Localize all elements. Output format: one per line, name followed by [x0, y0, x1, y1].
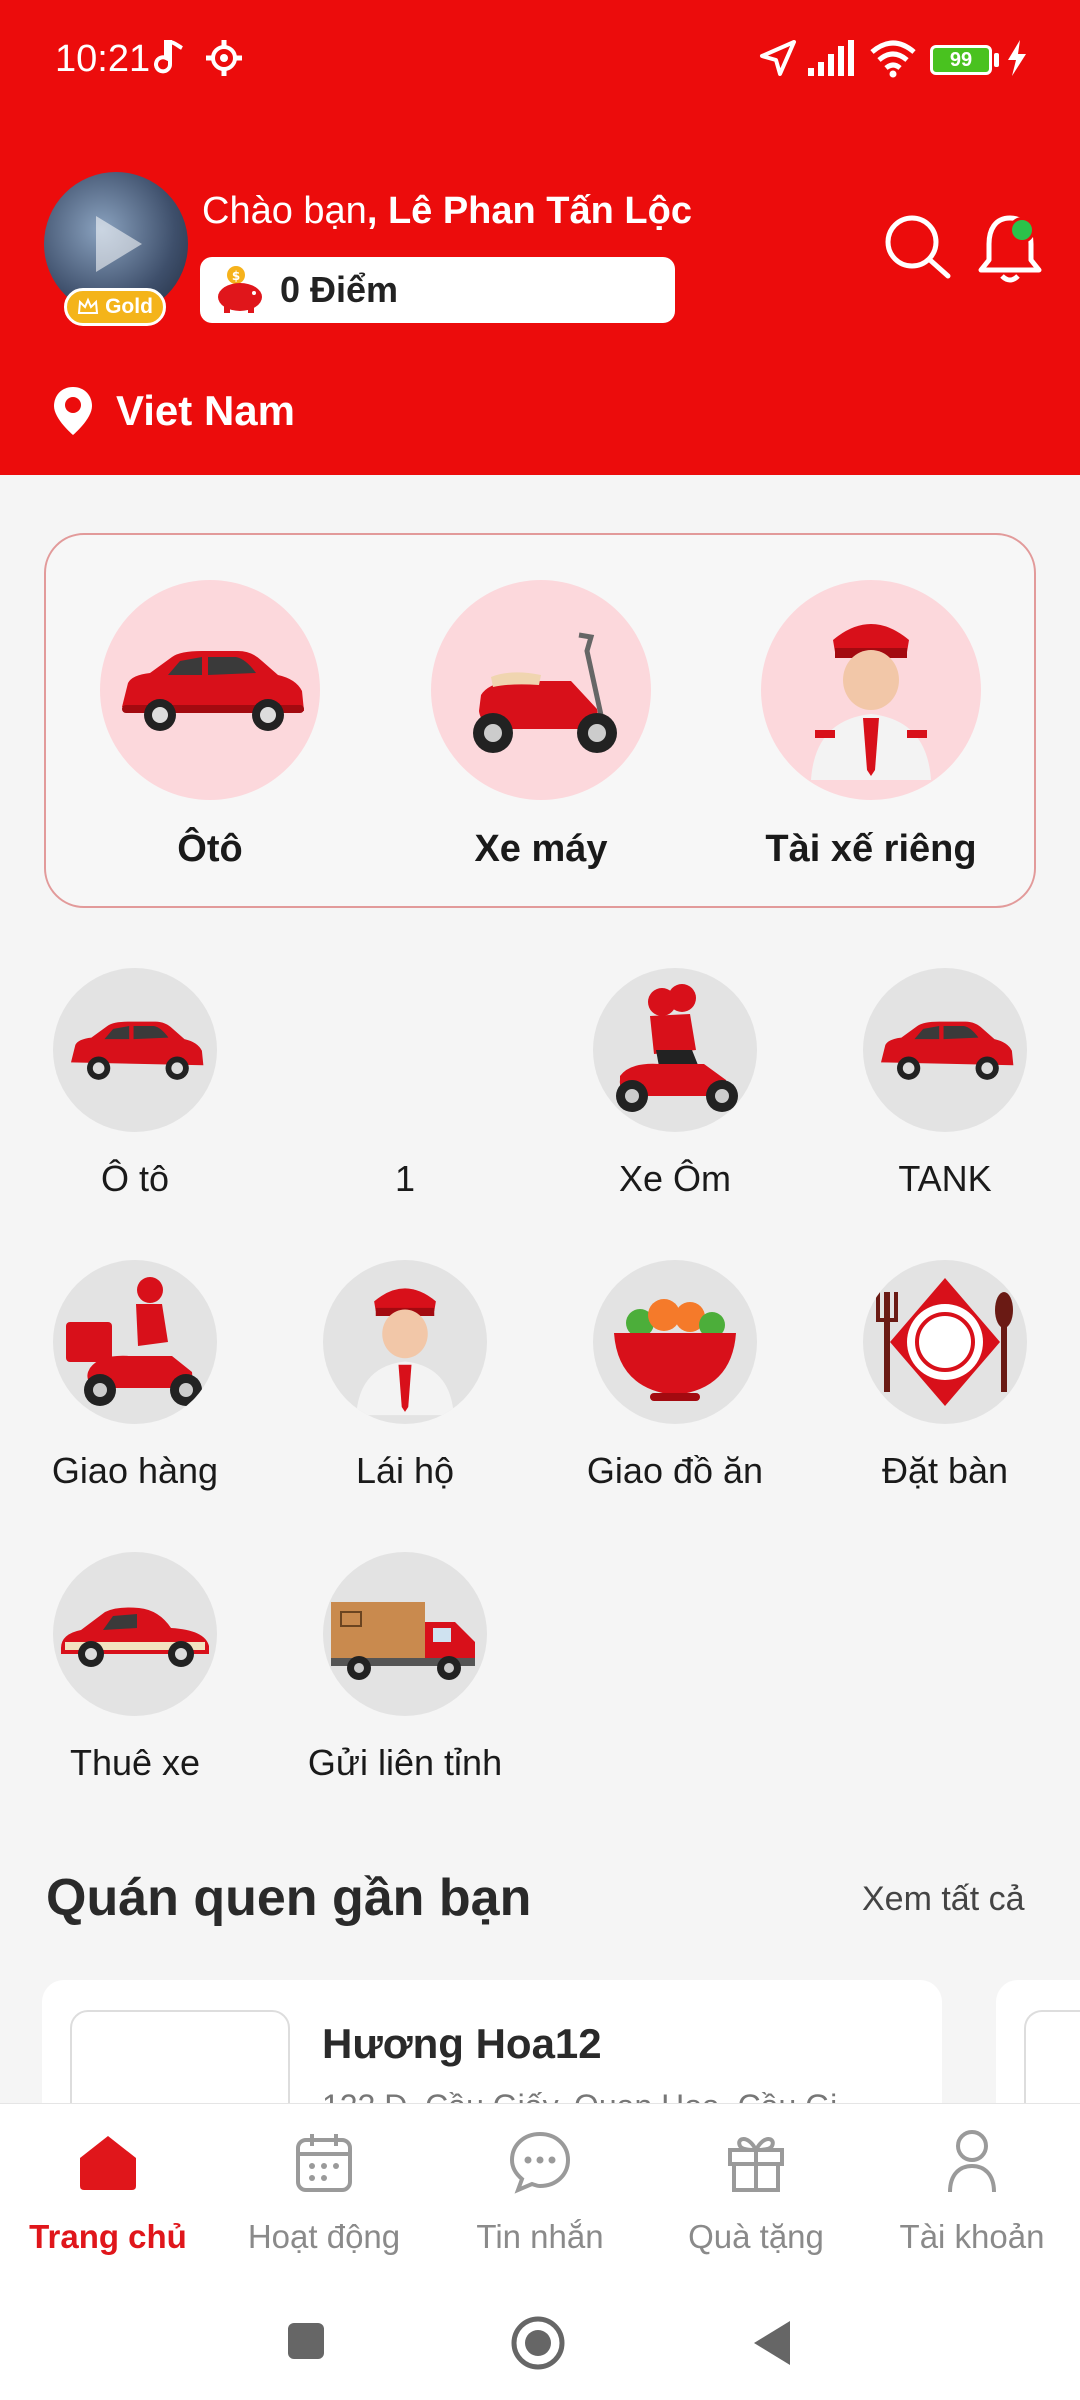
blank-icon	[323, 968, 487, 1132]
service-label: Đặt bàn	[881, 1450, 1009, 1491]
svg-text:$: $	[232, 269, 240, 283]
home-circle-icon[interactable]	[510, 2315, 566, 2371]
service-tank[interactable]: TANK	[810, 968, 1080, 1200]
nav-trang-chu[interactable]: Trang chủ	[0, 2122, 216, 2256]
service-1[interactable]: 1	[270, 968, 540, 1200]
service-xe-om[interactable]: Xe Ôm	[540, 968, 810, 1200]
calendar-icon	[296, 2134, 352, 2192]
motorbike-taxi-icon	[593, 968, 757, 1132]
vintage-car-icon	[53, 1552, 217, 1716]
car-icon	[100, 580, 320, 800]
service-label: Giao đồ ăn	[586, 1450, 764, 1491]
greeting-separator: ,	[366, 190, 388, 232]
location-pin-icon	[54, 387, 92, 435]
scooter-icon	[431, 580, 651, 800]
nav-hoat-dong[interactable]: Hoạt động	[216, 2122, 432, 2256]
wifi-icon	[870, 40, 916, 78]
service-label: Tài xế riêng	[765, 828, 977, 870]
nav-label: Quà tặng	[688, 2218, 824, 2255]
nav-label: Trang chủ	[29, 2218, 187, 2255]
service-label: Ô tô	[100, 1158, 170, 1199]
service-label: Ôtô	[177, 828, 243, 870]
chat-icon	[509, 2131, 571, 2194]
service-label: Gửi liên tỉnh	[307, 1742, 503, 1783]
nav-label: Tài khoản	[899, 2218, 1045, 2255]
nav-qua-tang[interactable]: Quà tặng	[648, 2122, 864, 2256]
car-icon	[863, 968, 1027, 1132]
battery-tip	[994, 53, 999, 67]
nav-tin-nhan[interactable]: Tin nhắn	[432, 2122, 648, 2256]
piggy-bank-icon: $	[218, 266, 262, 313]
food-bowl-icon	[593, 1260, 757, 1424]
shop-name: Hương Hoa12	[322, 2020, 602, 2067]
service-label: Giao hàng	[51, 1450, 219, 1491]
status-time: 10:21	[55, 38, 151, 80]
user-icon	[948, 2130, 996, 2193]
service-label: TANK	[898, 1158, 992, 1199]
battery-indicator: 99	[930, 45, 992, 75]
delivery-scooter-icon	[53, 1260, 217, 1424]
truck-icon	[323, 1552, 487, 1716]
system-navigation-bar	[0, 2291, 1080, 2400]
gift-icon	[728, 2137, 784, 2192]
service-label: Xe máy	[474, 828, 608, 870]
service-giao-hang[interactable]: Giao hàng	[0, 1260, 270, 1492]
service-thue-xe[interactable]: Thuê xe	[0, 1552, 270, 1784]
main-services-card: Ôtô Xe máy Tài xế riêng	[44, 533, 1036, 908]
search-icon[interactable]	[880, 210, 956, 286]
notification-dot	[1009, 217, 1035, 243]
nav-label: Tin nhắn	[476, 2218, 604, 2255]
nav-tai-khoan[interactable]: Tài khoản	[864, 2122, 1080, 2256]
membership-label: Gold	[105, 295, 153, 318]
service-label: 1	[394, 1158, 416, 1199]
status-bar: 10:21 99	[0, 0, 1080, 120]
crown-icon	[77, 297, 99, 314]
bottom-navigation: Trang chủ Hoạt động Tin nhắn Quà tặng Tà…	[0, 2103, 1080, 2400]
service-o-to[interactable]: Ô tô	[0, 968, 270, 1200]
service-label: Thuê xe	[69, 1742, 201, 1783]
greeting-prefix: Chào bạn	[202, 190, 367, 232]
service-gui-lien-tinh[interactable]: Gửi liên tỉnh	[270, 1552, 540, 1784]
service-label: Lái hộ	[355, 1450, 455, 1491]
service-dat-ban[interactable]: Đặt bàn	[810, 1260, 1080, 1492]
location-label: Viet Nam	[116, 387, 295, 434]
service-oto[interactable]: Ôtô	[100, 580, 320, 871]
service-giao-do-an[interactable]: Giao đồ ăn	[540, 1260, 810, 1492]
see-all-link[interactable]: Xem tất cả	[862, 1880, 1025, 1919]
service-tai-xe-rieng[interactable]: Tài xế riêng	[761, 580, 981, 871]
service-xe-may[interactable]: Xe máy	[431, 580, 651, 871]
back-triangle-icon[interactable]	[752, 2319, 792, 2367]
settings-gear-icon	[206, 40, 242, 76]
recents-square-icon[interactable]	[286, 2321, 326, 2361]
notification-bell-icon[interactable]	[975, 210, 1045, 286]
home-icon	[80, 2136, 136, 2190]
car-icon	[53, 968, 217, 1132]
signal-icon	[808, 40, 854, 76]
avatar-image-icon	[96, 216, 142, 272]
header: 10:21 99 Gold Chào bạn, Lê Phan Tấn Lộc …	[0, 0, 1080, 475]
nav-label: Hoạt động	[247, 2218, 401, 2255]
service-lai-ho[interactable]: Lái hộ	[270, 1260, 540, 1492]
plate-cutlery-icon	[863, 1260, 1027, 1424]
points-box[interactable]: $ 0 Điểm	[200, 257, 675, 323]
location-arrow-icon	[760, 40, 796, 76]
location-selector[interactable]: Viet Nam	[50, 385, 295, 437]
driver-icon	[323, 1260, 487, 1424]
membership-badge: Gold	[64, 288, 166, 326]
music-note-icon	[154, 40, 183, 74]
points-value: 0 Điểm	[280, 269, 399, 310]
greeting: Chào bạn, Lê Phan Tấn Lộc	[202, 190, 692, 233]
user-name: Lê Phan Tấn Lộc	[387, 190, 692, 232]
driver-icon	[761, 580, 981, 800]
section-title-nearby: Quán quen gần bạn	[46, 1869, 532, 1927]
service-label: Xe Ôm	[618, 1158, 732, 1199]
charging-bolt-icon	[1008, 40, 1026, 76]
